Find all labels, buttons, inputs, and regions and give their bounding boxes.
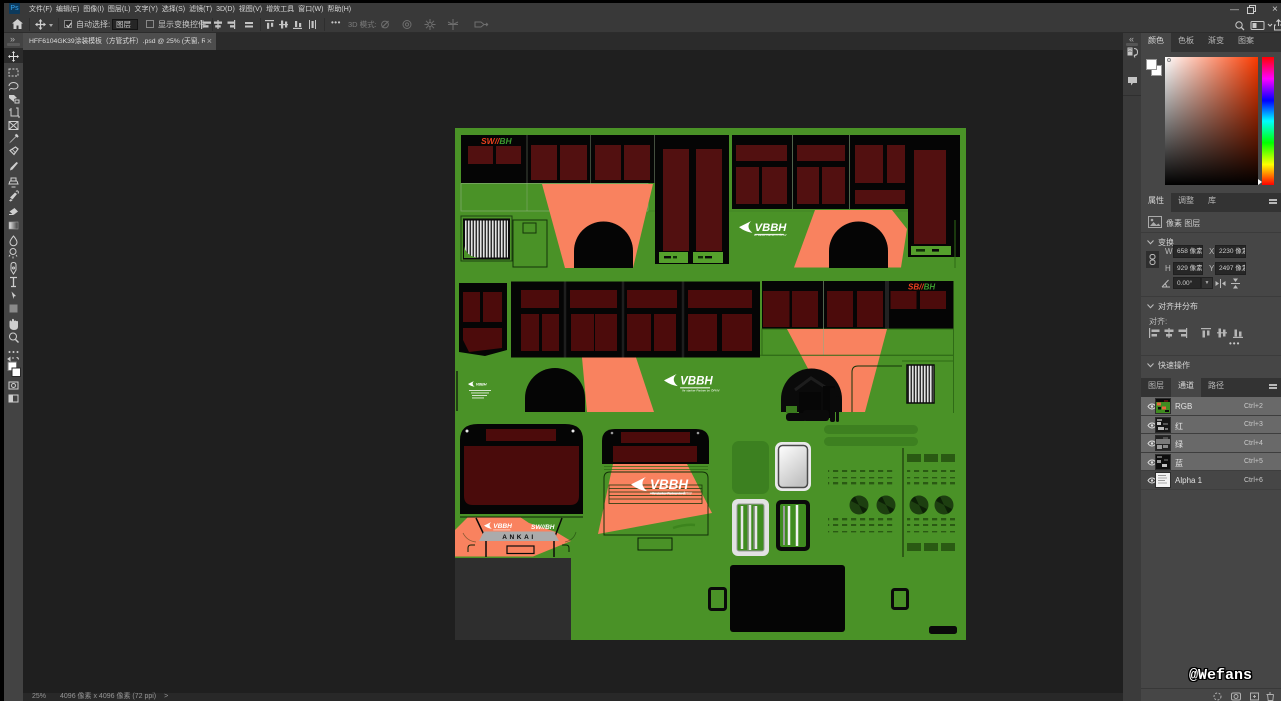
svg-text:VBBH: VBBH: [476, 382, 487, 386]
svg-text:Ihr starker Partner im ÖPNV: Ihr starker Partner im ÖPNV: [652, 492, 693, 496]
svg-text:SW//BH: SW//BH: [531, 524, 555, 531]
svg-text:SB//BH: SB//BH: [908, 283, 935, 292]
svg-text:Ihr starker Partner im ÖPNV: Ihr starker Partner im ÖPNV: [754, 233, 787, 237]
svg-text:Ihr starker Partner im ÖPNV: Ihr starker Partner im ÖPNV: [682, 389, 721, 393]
svg-text:SW//BH: SW//BH: [481, 136, 513, 146]
svg-text:ANKAI: ANKAI: [502, 534, 536, 541]
